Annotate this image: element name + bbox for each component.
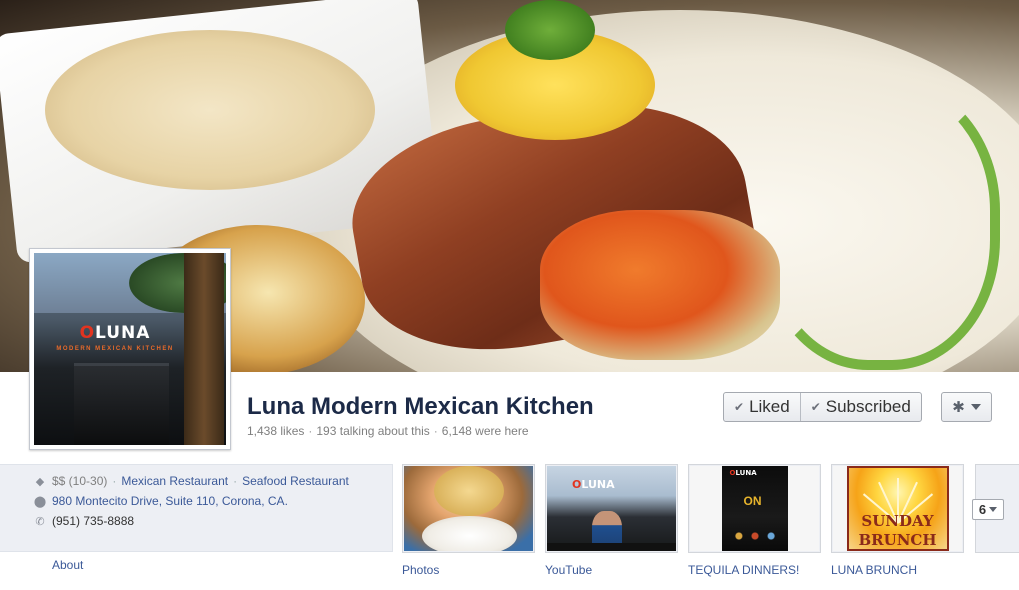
price-range: $$ (10-30) — [52, 474, 108, 488]
category-link-seafood[interactable]: Seafood Restaurant — [242, 474, 349, 488]
brunch-thumbnail: SUNDAY BRUNCH — [833, 466, 962, 551]
cover-cilantro — [505, 0, 595, 60]
chevron-down-icon — [970, 404, 981, 410]
app-tile-youtube[interactable]: OLUNA — [545, 464, 678, 553]
app-tile-tequila-dinners[interactable]: OLUNA ON — [688, 464, 821, 553]
check-icon: ✔ — [734, 400, 745, 414]
app-label-luna-brunch[interactable]: LUNA BRUNCH — [831, 563, 917, 577]
app-tile-luna-brunch[interactable]: SUNDAY BRUNCH — [831, 464, 964, 553]
youtube-thumbnail: OLUNA — [547, 466, 676, 551]
storefront-sign: OLUNA MODERN MEXICAN KITCHEN — [56, 323, 174, 352]
more-apps-button[interactable]: 6 — [972, 499, 1004, 520]
app-label-photos[interactable]: Photos — [402, 563, 439, 577]
likes-count[interactable]: 1,438 likes — [247, 424, 304, 438]
chevron-down-icon — [989, 507, 998, 512]
check-icon: ✔ — [810, 400, 821, 414]
sign-subtitle: MODERN MEXICAN KITCHEN — [56, 346, 174, 352]
page-title[interactable]: Luna Modern Mexican Kitchen — [247, 393, 594, 421]
photo-person — [434, 466, 504, 516]
tag-icon: ◆ — [35, 475, 45, 488]
video-control-bar — [547, 543, 676, 551]
sign-text: LUNA — [95, 323, 151, 343]
liked-button[interactable]: ✔ Liked — [724, 393, 800, 421]
subscribed-label: Subscribed — [825, 397, 911, 416]
sign-logo-o: O — [79, 323, 96, 343]
photo-plate — [422, 516, 517, 551]
like-subscribe-group: ✔ Liked ✔ Subscribed — [723, 392, 922, 422]
page-settings-button[interactable]: ✱ — [941, 392, 992, 422]
separator-dot: · — [308, 424, 313, 438]
talking-count[interactable]: 193 talking about this — [316, 424, 429, 438]
profile-picture-image: OLUNA MODERN MEXICAN KITCHEN — [34, 253, 226, 445]
youtube-thumb-logo: O — [572, 478, 582, 491]
tequila-poster: OLUNA ON — [721, 466, 788, 551]
info-row-category: ◆ $$ (10-30) · Mexican Restaurant · Seaf… — [33, 474, 349, 488]
brunch-line-1: SUNDAY — [861, 512, 934, 530]
cover-sauce — [760, 80, 1000, 370]
tequila-poster-logo: OLUNA — [730, 469, 757, 477]
app-label-tequila-dinners[interactable]: TEQUILA DINNERS! — [688, 563, 799, 577]
photos-thumbnail — [404, 466, 533, 551]
info-row-phone: ✆ (951) 735-8888 — [33, 514, 134, 528]
about-link[interactable]: About — [52, 558, 83, 572]
profile-picture[interactable]: OLUNA MODERN MEXICAN KITCHEN — [29, 248, 231, 450]
category-link-mexican[interactable]: Mexican Restaurant — [121, 474, 228, 488]
brunch-line-2: BRUNCH — [858, 531, 937, 549]
tequila-poster-headline: ON — [743, 494, 762, 508]
map-pin-icon: ⬤ — [33, 495, 47, 508]
separator-dot: · — [433, 424, 438, 438]
more-apps-count: 6 — [978, 502, 987, 517]
cover-vegetables — [540, 210, 780, 360]
phone-number: (951) 735-8888 — [52, 514, 135, 528]
brunch-poster: SUNDAY BRUNCH — [846, 466, 949, 551]
cover-rice — [45, 30, 375, 190]
checkins-count[interactable]: 6,148 were here — [442, 424, 529, 438]
storefront-door — [74, 363, 169, 445]
app-tile-photos[interactable] — [402, 464, 535, 553]
tequila-logo-text: LUNA — [735, 469, 757, 477]
youtube-thumb-sign-text: LUNA — [581, 478, 615, 491]
subscribed-button[interactable]: ✔ Subscribed — [799, 393, 921, 421]
separator-dot: · — [112, 474, 117, 488]
profile-palm-trunk — [184, 253, 224, 445]
info-row-address: ⬤ 980 Montecito Drive, Suite 110, Corona… — [33, 494, 288, 508]
youtube-thumb-sign: OLUNA — [572, 478, 615, 491]
address-link[interactable]: 980 Montecito Drive, Suite 110, Corona, … — [52, 494, 288, 508]
tequila-thumbnail: OLUNA ON — [690, 466, 819, 551]
app-label-youtube[interactable]: YouTube — [545, 563, 592, 577]
page-stats: 1,438 likes · 193 talking about this · 6,148… — [247, 424, 529, 438]
gear-icon: ✱ — [952, 399, 965, 416]
liked-label: Liked — [749, 397, 790, 416]
tequila-bottles — [731, 531, 778, 541]
phone-icon: ✆ — [35, 515, 45, 528]
separator-dot: · — [233, 474, 238, 488]
